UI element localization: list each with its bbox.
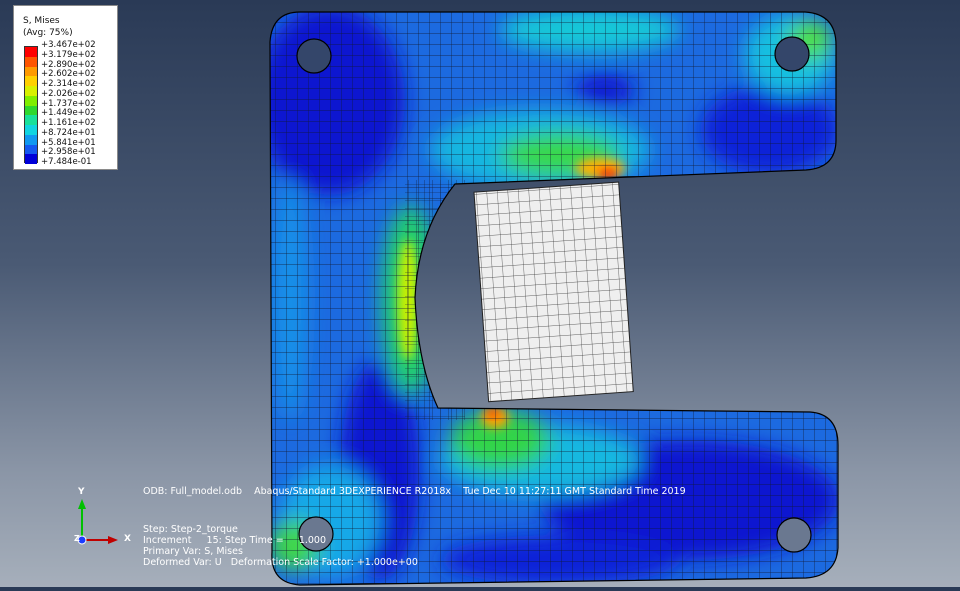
legend-color-swatch [25, 144, 37, 155]
legend-color-swatch [25, 154, 37, 164]
bolt-hole-bottom-right [776, 517, 812, 553]
fe-model [269, 11, 839, 586]
axis-triad: Y Z X [70, 485, 140, 555]
step-info-line: Step: Step-2_torque [143, 524, 238, 535]
legend-color-swatch [25, 47, 37, 57]
odb-info-line: ODB: Full_model.odb Abaqus/Standard 3DEX… [143, 486, 686, 497]
legend-color-swatch [25, 66, 37, 77]
insert-block [473, 181, 634, 403]
triad-x-label: X [124, 534, 131, 544]
legend-color-swatch [25, 86, 37, 96]
legend-color-swatch [25, 134, 37, 145]
legend-color-swatch [25, 105, 37, 116]
legend-color-bar [24, 46, 38, 164]
increment-info-line: Increment 15: Step Time = 1.000 [143, 535, 327, 546]
bolt-hole-top-right [774, 36, 810, 72]
deformed-var-line: Deformed Var: U Deformation Scale Factor… [143, 557, 418, 568]
legend-tick-labels: +3.467e+02 +3.179e+02 +2.890e+02 +2.602e+02… [41, 40, 96, 168]
legend-title: S, Mises [23, 16, 60, 26]
legend-color-swatch [25, 125, 37, 135]
legend-tick-label: +7.484e-01 [41, 157, 92, 167]
legend-color-swatch [25, 95, 37, 106]
bolt-hole-top-left [296, 38, 332, 74]
triad-z-label: Z [74, 534, 80, 543]
contour-legend: S, Mises (Avg: 75%) +3.467e+02 +3.179e+02… [13, 5, 118, 170]
legend-color-swatch [25, 56, 37, 67]
triad-y-label: Y [78, 487, 85, 497]
model-viewport[interactable] [0, 0, 960, 587]
legend-color-swatch [25, 115, 37, 125]
primary-var-line: Primary Var: S, Mises [143, 546, 243, 557]
legend-color-swatch [25, 76, 37, 86]
legend-subtitle: (Avg: 75%) [23, 28, 73, 38]
